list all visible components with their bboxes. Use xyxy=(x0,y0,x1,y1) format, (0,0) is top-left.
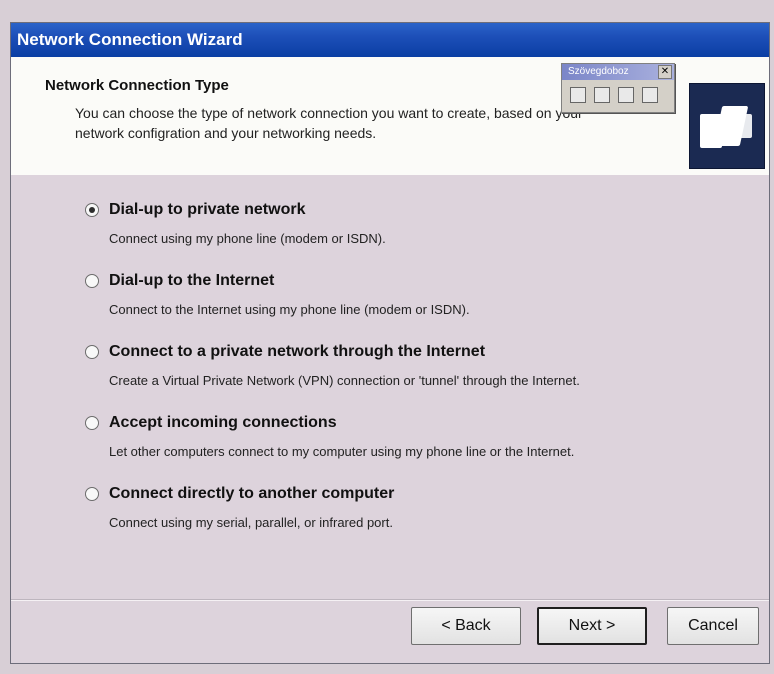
option-description: Connect to the Internet using my phone l… xyxy=(109,302,470,317)
close-icon[interactable]: ✕ xyxy=(658,65,672,79)
header-title: Network Connection Type xyxy=(45,77,229,94)
option-description: Connect using my serial, parallel, or in… xyxy=(109,515,393,530)
cancel-button[interactable]: Cancel xyxy=(667,607,759,645)
radio-direct[interactable] xyxy=(85,487,99,501)
option-description: Create a Virtual Private Network (VPN) c… xyxy=(109,373,580,388)
option-label: Dial-up to the Internet xyxy=(109,272,275,289)
option-internet[interactable]: Dial-up to the Internet Connect to the I… xyxy=(85,272,749,343)
wizard-body: Dial-up to private network Connect using… xyxy=(11,175,769,663)
option-label: Connect to a private network through the… xyxy=(109,343,486,360)
wizard-window: Network Connection Wizard Network Connec… xyxy=(10,22,770,664)
back-button[interactable]: < Back xyxy=(411,607,521,645)
connection-options: Dial-up to private network Connect using… xyxy=(85,201,749,556)
radio-vpn[interactable] xyxy=(85,345,99,359)
option-vpn[interactable]: Connect to a private network through the… xyxy=(85,343,749,414)
radio-private-network[interactable] xyxy=(85,203,99,217)
header-description: You can choose the type of network conne… xyxy=(75,105,583,141)
option-description: Let other computers connect to my comput… xyxy=(109,444,575,459)
link-icon[interactable] xyxy=(570,87,586,103)
network-wizard-icon xyxy=(689,83,765,169)
option-label: Connect directly to another computer xyxy=(109,485,395,502)
option-label: Accept incoming connections xyxy=(109,414,337,431)
option-description: Connect using my phone line (modem or IS… xyxy=(109,231,386,246)
toolbar-icons xyxy=(570,86,668,104)
radio-internet[interactable] xyxy=(85,274,99,288)
footer-separator xyxy=(11,599,769,601)
next-button[interactable]: Next > xyxy=(537,607,647,645)
layout-icon[interactable] xyxy=(642,87,658,103)
radio-incoming[interactable] xyxy=(85,416,99,430)
window-title: Network Connection Wizard xyxy=(17,30,243,49)
option-label: Dial-up to private network xyxy=(109,201,306,218)
option-private-network[interactable]: Dial-up to private network Connect using… xyxy=(85,201,749,272)
format-icon[interactable] xyxy=(594,87,610,103)
option-incoming[interactable]: Accept incoming connections Let other co… xyxy=(85,414,749,485)
floating-toolbar[interactable]: Szövegdoboz ✕ xyxy=(561,63,675,113)
option-direct[interactable]: Connect directly to another computer Con… xyxy=(85,485,749,556)
title-bar: Network Connection Wizard xyxy=(11,23,769,57)
text-icon[interactable] xyxy=(618,87,634,103)
